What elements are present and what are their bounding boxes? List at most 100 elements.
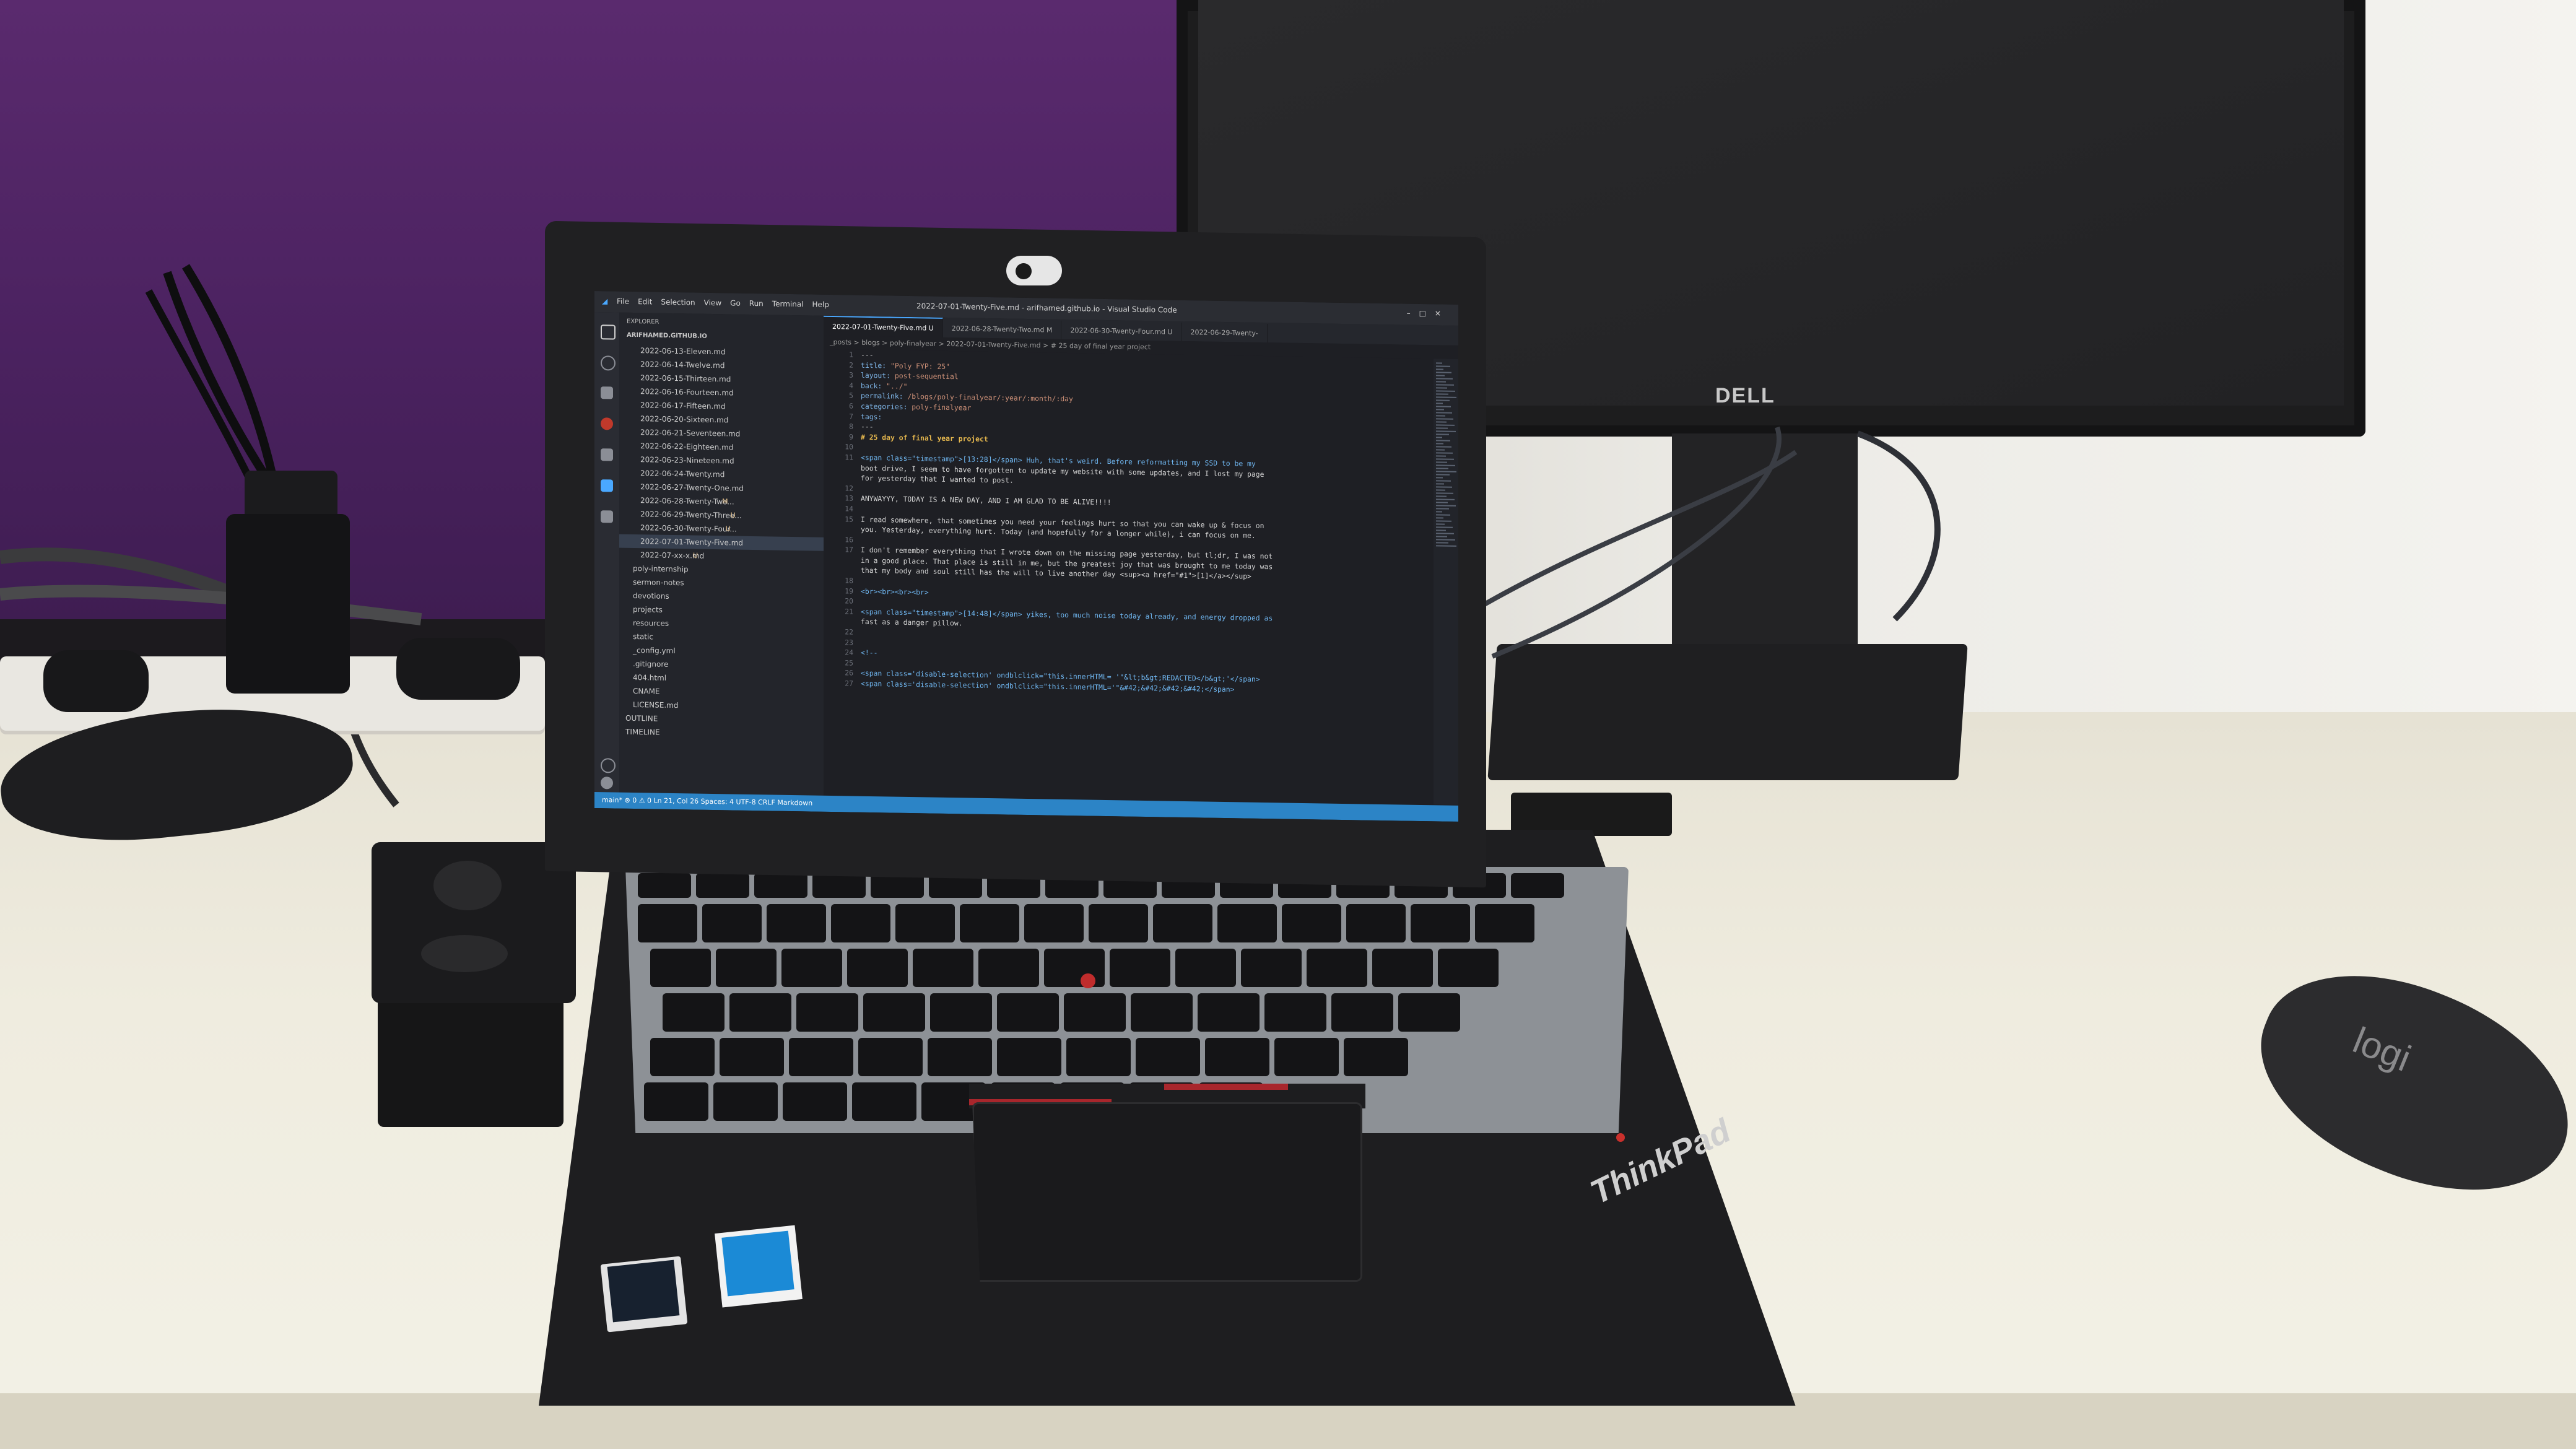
minimap-line: [1436, 517, 1443, 519]
menu-item[interactable]: Selection: [661, 298, 695, 307]
explorer-file[interactable]: 404.html: [619, 671, 666, 685]
keyboard-key: [702, 904, 762, 942]
webcam-shutter: [1006, 256, 1062, 285]
minimap-line: [1436, 415, 1445, 417]
explorer-folder[interactable]: sermon-notes: [619, 575, 684, 590]
line-number: [824, 565, 853, 575]
keyboard-key: [781, 949, 842, 987]
menu-item[interactable]: Go: [730, 298, 741, 307]
gear-icon[interactable]: [601, 777, 613, 790]
minimap-line: [1436, 461, 1447, 463]
menu-item[interactable]: File: [617, 297, 629, 306]
editor-tab[interactable]: 2022-06-29-Twenty-: [1181, 322, 1268, 344]
breadcrumb-text[interactable]: _posts > blogs > poly-finalyear > 2022-0…: [830, 338, 1151, 351]
line-number: 11: [845, 453, 853, 462]
explorer-file-label: 2022-06-23-Nineteen.md: [640, 455, 734, 466]
menu-item[interactable]: View: [704, 298, 721, 307]
explorer-file[interactable]: 2022-06-24-Twenty.md: [619, 466, 724, 482]
keyboard-key: [1398, 993, 1460, 1032]
explorer-file[interactable]: 2022-06-21-Seventeen.md: [619, 425, 740, 441]
sidebar-section[interactable]: OUTLINE: [619, 711, 658, 726]
line-number: 22: [845, 627, 853, 637]
menu-item[interactable]: Terminal: [772, 300, 804, 309]
menu-bar: File Edit Selection View Go Run Terminal Help: [617, 297, 838, 310]
explorer-file-label: 2022-06-20-Sixteen.md: [640, 414, 729, 425]
explorer-file[interactable]: 2022-07-xx-x.md U: [619, 548, 704, 563]
minimap-line: [1436, 375, 1445, 376]
trackpad-red-stripe: [1164, 1084, 1288, 1090]
explorer-file[interactable]: .gitignore: [619, 657, 668, 671]
sidebar-section[interactable]: TIMELINE: [619, 725, 660, 739]
explorer-file[interactable]: LICENSE.md: [619, 698, 678, 713]
activity-bar: [594, 312, 619, 793]
minimap-line: [1436, 406, 1451, 407]
extensions-icon[interactable]: [601, 510, 613, 523]
code-content[interactable]: --- title: "Poly FYP: 25" layout: post-seq…: [861, 350, 1430, 698]
minimap-line: [1436, 427, 1448, 429]
run-debug-icon[interactable]: [601, 448, 613, 461]
keyboard-key: [1346, 904, 1406, 942]
source-control-icon[interactable]: [601, 386, 613, 399]
extension-icon[interactable]: [601, 417, 613, 430]
explorer-file[interactable]: CNAME: [619, 684, 660, 698]
minimap-line: [1436, 430, 1456, 432]
explorer-file[interactable]: 2022-06-14-Twelve.md: [619, 357, 724, 373]
yaml-key: back:: [861, 381, 887, 391]
explorer-file[interactable]: 2022-06-20-Sixteen.md: [619, 412, 728, 427]
explorer-file[interactable]: 2022-06-30-Twenty-Four... U: [619, 521, 737, 536]
power-plug: [43, 650, 149, 712]
explorer-folder[interactable]: static: [619, 630, 653, 644]
minimap-line: [1436, 368, 1443, 370]
explorer-folder[interactable]: projects: [619, 603, 663, 617]
explorer-file[interactable]: 2022-06-28-Twenty-Two... M: [619, 494, 734, 509]
explorer-file[interactable]: 2022-06-16-Fourteen.md: [619, 385, 734, 400]
menu-item[interactable]: Edit: [638, 297, 652, 306]
keyboard-key: [1044, 949, 1105, 987]
keyboard-key: [1344, 1038, 1408, 1076]
explorer-file[interactable]: 2022-06-22-Eighteen.md: [619, 439, 733, 455]
explorer-file[interactable]: 2022-06-23-Nineteen.md: [619, 453, 734, 468]
explorer-file[interactable]: 2022-06-27-Twenty-One.md: [619, 480, 744, 495]
explorer-file[interactable]: 2022-06-13-Eleven.md: [619, 344, 726, 359]
intel-sticker-inner: [607, 1260, 680, 1323]
explorer-folder[interactable]: poly-internship: [619, 562, 689, 577]
keyboard-key: [1331, 993, 1393, 1032]
sidebar-section-label: OUTLINE: [625, 713, 658, 723]
window-controls[interactable]: –□✕: [1407, 309, 1450, 318]
minimap-line: [1436, 498, 1455, 500]
explorer-file[interactable]: 2022-06-29-Twenty-Three... U: [619, 507, 742, 523]
status-text[interactable]: main* ⊗ 0 ⚠ 0 Ln 21, Col 26 Spaces: 4 UT…: [602, 796, 812, 807]
explorer-folder[interactable]: devotions: [619, 589, 669, 603]
keyboard-key: [928, 1038, 992, 1076]
keyboard-key: [1198, 993, 1260, 1032]
explorer-file[interactable]: 2022-06-17-Fifteen.md: [619, 398, 726, 414]
menu-item[interactable]: Help: [812, 300, 829, 309]
explorer-file[interactable]: 2022-06-15-Thirteen.md: [619, 371, 731, 386]
code-editor[interactable]: 1 2 3 4 5 6 7 8 9 10 11 12 13 14 15 16 17 18 19 20 21 22 23 24 2…: [824, 349, 1434, 805]
keyboard-key: [729, 993, 791, 1032]
keyboard-key: [789, 1038, 853, 1076]
minimap-line: [1436, 384, 1454, 386]
search-icon[interactable]: [601, 355, 616, 371]
explorer-folder[interactable]: resources: [619, 616, 669, 630]
explorer-file-label: 2022-07-01-Twenty-Five.md: [640, 537, 744, 547]
keyboard-key: [696, 873, 749, 898]
menu-item[interactable]: Run: [749, 299, 764, 308]
keyboard-key: [1136, 1038, 1200, 1076]
explorer-file[interactable]: _config.yml: [619, 643, 676, 658]
line-number: 1: [849, 350, 853, 359]
line-number: 21: [845, 607, 853, 616]
line-number: 13: [845, 494, 853, 503]
minimap-line: [1436, 390, 1455, 392]
minimap-line: [1436, 421, 1447, 423]
minimap-line: [1436, 477, 1443, 479]
account-icon[interactable]: [601, 758, 616, 773]
minimap[interactable]: [1434, 359, 1458, 805]
explorer-file-label: CNAME: [633, 686, 660, 696]
explorer-file-label: 2022-06-17-Fifteen.md: [640, 401, 726, 411]
remote-icon[interactable]: [601, 479, 613, 492]
workspace-root[interactable]: ARIFHAMED.GITHUB.IO: [627, 329, 707, 344]
explorer-icon[interactable]: [601, 324, 616, 340]
keyboard-key: [1205, 1038, 1269, 1076]
line-number: 15: [845, 514, 853, 524]
